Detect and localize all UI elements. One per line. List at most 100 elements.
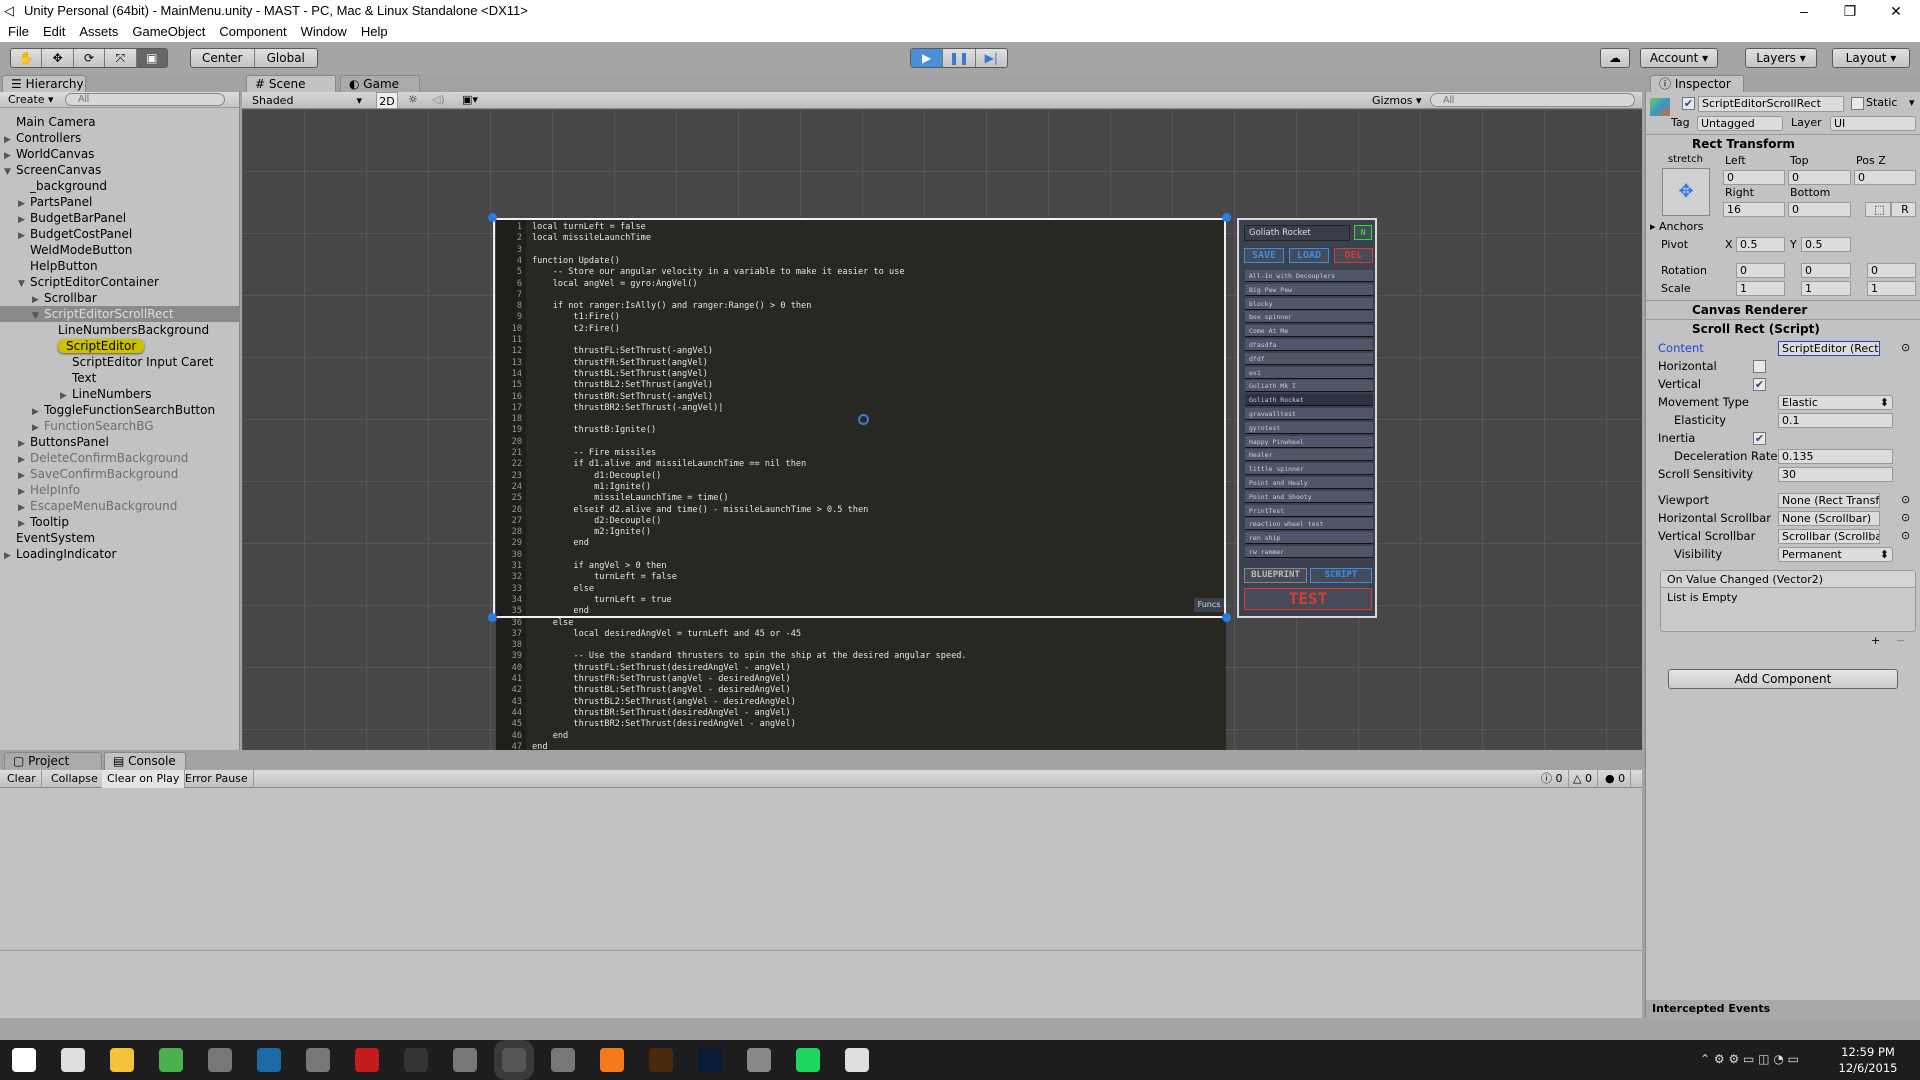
rect-tool-icon[interactable]: ▣ (136, 49, 168, 67)
viewport-object-picker-icon[interactable]: ⊙ (1901, 493, 1910, 506)
app-icon[interactable] (306, 1048, 330, 1072)
tab-inspector[interactable]: ⓘ Inspector (1650, 75, 1744, 93)
tab-project[interactable]: ▢ Project (4, 752, 102, 770)
tab-hierarchy[interactable]: ☰ Hierarchy (2, 75, 86, 93)
vscroll-object-picker-icon[interactable]: ⊙ (1901, 529, 1910, 542)
intercepted-events-bar[interactable]: Intercepted Events (1646, 1000, 1920, 1018)
hierarchy-item[interactable]: ScriptEditor (0, 338, 239, 354)
app-icon[interactable] (551, 1048, 575, 1072)
layout-dropdown[interactable]: Layout ▾ (1832, 48, 1910, 68)
effects-icon[interactable]: ▣▾ (462, 93, 478, 106)
top-field[interactable]: 0 (1788, 170, 1851, 185)
design-list-item[interactable]: box spinner (1245, 311, 1373, 324)
hierarchy-item[interactable]: ▶ ToggleFunctionSearchButton (0, 402, 239, 418)
hierarchy-item[interactable]: ▶ LineNumbers (0, 386, 239, 402)
rect-transform-header[interactable]: Rect Transform (1646, 134, 1920, 153)
hscroll-object-picker-icon[interactable]: ⊙ (1901, 511, 1910, 524)
active-checkbox[interactable]: ✔ (1682, 97, 1695, 110)
content-object-picker-icon[interactable]: ⊙ (1901, 341, 1910, 354)
menu-assets[interactable]: Assets (79, 22, 118, 42)
design-list-item[interactable]: Come At Me (1245, 325, 1373, 338)
2d-toggle[interactable]: 2D (376, 92, 398, 109)
hierarchy-item[interactable]: EventSystem (0, 530, 239, 546)
hierarchy-item[interactable]: WeldModeButton (0, 242, 239, 258)
static-checkbox[interactable] (1851, 97, 1864, 110)
viewport-field[interactable]: None (Rect Transfor (1778, 493, 1880, 508)
hierarchy-item[interactable]: ▶ HelpInfo (0, 482, 239, 498)
visibility-dropdown[interactable]: Permanent ⬍ (1778, 547, 1893, 562)
movement-dropdown[interactable]: Elastic ⬍ (1778, 395, 1893, 410)
photoshop-icon[interactable] (698, 1048, 722, 1072)
hierarchy-item[interactable]: ▼ ScriptEditorScrollRect (0, 306, 239, 322)
design-list-item[interactable]: ex1 (1245, 366, 1373, 379)
design-list-item[interactable]: Goliath Mk I (1245, 380, 1373, 393)
terminal-icon[interactable] (404, 1048, 428, 1072)
rotation-z-field[interactable]: 0 (1867, 263, 1916, 278)
design-list-item[interactable]: rw rammer (1245, 546, 1373, 558)
content-field[interactable]: ScriptEditor (Rect (1778, 341, 1880, 356)
collapse-button[interactable]: Collapse (46, 770, 104, 788)
new-button[interactable]: N (1354, 225, 1372, 240)
hierarchy-item[interactable]: ScriptEditor Input Caret (0, 354, 239, 370)
menu-window[interactable]: Window (301, 22, 347, 42)
tab-console[interactable]: ▤ Console (104, 752, 186, 770)
design-list-item[interactable]: Big Pew Pew (1245, 283, 1373, 296)
scale-y-field[interactable]: 1 (1801, 281, 1851, 296)
pivot-center-button[interactable]: Center (191, 49, 255, 67)
sens-field[interactable]: 30 (1778, 467, 1893, 482)
design-list-item[interactable]: reaction wheel test (1245, 518, 1373, 531)
design-list-item[interactable]: gyrotest (1245, 421, 1373, 434)
app-icon[interactable] (208, 1048, 232, 1072)
close-button[interactable]: ✕ (1876, 0, 1916, 22)
app-icon[interactable] (453, 1048, 477, 1072)
chrome-icon[interactable] (159, 1048, 183, 1072)
slack-icon[interactable] (845, 1048, 869, 1072)
hierarchy-item[interactable]: Main Camera (0, 114, 239, 130)
hierarchy-item[interactable]: ▶ ButtonsPanel (0, 434, 239, 450)
design-list-item[interactable]: ren ship (1245, 532, 1373, 545)
create-dropdown[interactable]: Create ▾ (8, 93, 54, 106)
load-button[interactable]: LOAD (1289, 248, 1329, 263)
hierarchy-item[interactable]: ▶ BudgetCostPanel (0, 226, 239, 242)
scene-search-input[interactable] (1430, 93, 1635, 107)
layers-dropdown[interactable]: Layers ▾ (1745, 48, 1817, 68)
hierarchy-item[interactable]: ▶ LoadingIndicator (0, 546, 239, 562)
gizmos-dropdown[interactable]: Gizmos ▾ (1372, 94, 1422, 107)
add-event-button[interactable]: + (1871, 634, 1880, 647)
funcs-button[interactable]: Funcs (1194, 598, 1224, 612)
blender-icon[interactable] (600, 1048, 624, 1072)
rect-handle-tl[interactable] (488, 213, 497, 222)
audio-icon[interactable]: ◁) (432, 93, 445, 106)
hierarchy-item[interactable]: ▶ DeleteConfirmBackground (0, 450, 239, 466)
cloud-button[interactable]: ☁ (1600, 48, 1630, 68)
horizontal-checkbox[interactable] (1753, 360, 1766, 373)
collapsed-arrow-icon[interactable]: ▶ (4, 548, 16, 564)
hierarchy-item[interactable]: ▶ Scrollbar (0, 290, 239, 306)
anchor-preset-button[interactable]: ✥ (1662, 168, 1710, 216)
step-button[interactable]: ▶| (974, 49, 1007, 67)
file-explorer-icon[interactable] (110, 1048, 134, 1072)
design-list-item[interactable]: dfasdfa (1245, 339, 1373, 351)
design-list-item[interactable]: little spinner (1245, 463, 1373, 476)
error-filter-toggle[interactable]: ● 0 (1600, 770, 1632, 788)
inertia-checkbox[interactable]: ✔ (1753, 432, 1766, 445)
hierarchy-item[interactable]: ▶ BudgetBarPanel (0, 210, 239, 226)
canvas-renderer-header[interactable]: Canvas Renderer (1646, 300, 1920, 319)
rotation-x-field[interactable]: 0 (1736, 263, 1785, 278)
object-name-input[interactable]: ScriptEditorScrollRect (1698, 96, 1844, 112)
design-list-item[interactable]: blocky (1245, 297, 1373, 310)
move-tool-icon[interactable]: ✥ (42, 49, 74, 67)
hierarchy-item[interactable]: ▼ ScreenCanvas (0, 162, 239, 178)
illustrator-icon[interactable] (649, 1048, 673, 1072)
menu-help[interactable]: Help (361, 22, 388, 42)
tag-dropdown[interactable]: Untagged (1697, 116, 1783, 131)
hierarchy-search-input[interactable] (65, 93, 225, 106)
pivot-x-field[interactable]: 0.5 (1736, 237, 1785, 252)
scroll-rect-header[interactable]: Scroll Rect (Script) (1646, 319, 1920, 338)
pause-button[interactable]: ❚❚ (942, 49, 974, 67)
menu-component[interactable]: Component (219, 22, 286, 42)
test-button[interactable]: TEST (1244, 588, 1372, 610)
hscroll-field[interactable]: None (Scrollbar) (1778, 511, 1880, 526)
blueprint-mode-button[interactable]: ⬚ (1865, 202, 1891, 217)
decel-field[interactable]: 0.135 (1778, 449, 1893, 464)
